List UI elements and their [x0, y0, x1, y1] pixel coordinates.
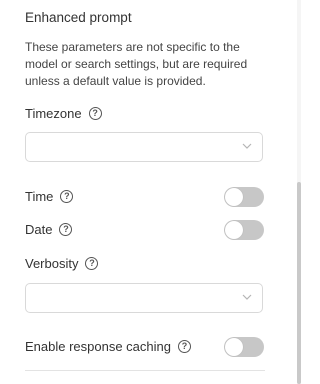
verbosity-label-row: Verbosity ?: [25, 256, 99, 271]
timezone-select[interactable]: [25, 132, 263, 162]
toggle-knob: [225, 221, 243, 239]
chevron-down-icon: [242, 143, 252, 149]
date-help-icon[interactable]: ?: [59, 223, 73, 236]
response-caching-toggle[interactable]: [224, 337, 264, 357]
scrollbar-thumb[interactable]: [297, 182, 301, 384]
toggle-knob: [225, 188, 243, 206]
timezone-label: Timezone: [25, 106, 82, 121]
timezone-label-row: Timezone ?: [25, 106, 102, 121]
timezone-help-icon[interactable]: ?: [88, 107, 102, 120]
time-toggle[interactable]: [224, 187, 264, 207]
date-label-row: Date ?: [25, 222, 73, 237]
verbosity-help-icon[interactable]: ?: [85, 257, 99, 270]
verbosity-select[interactable]: [25, 283, 263, 313]
response-caching-help-icon[interactable]: ?: [178, 340, 191, 353]
response-caching-label-row: Enable response caching ?: [25, 339, 191, 354]
date-toggle[interactable]: [224, 220, 264, 240]
date-label: Date: [25, 222, 53, 237]
enhanced-prompt-panel: Enhanced prompt These parameters are not…: [0, 0, 301, 384]
divider: [25, 370, 265, 371]
section-description: These parameters are not specific to the…: [25, 40, 248, 88]
section-title: Enhanced prompt: [25, 10, 132, 25]
time-help-icon[interactable]: ?: [60, 190, 74, 203]
response-caching-label: Enable response caching: [25, 339, 171, 354]
time-label: Time: [25, 189, 54, 204]
chevron-down-icon: [242, 294, 252, 300]
toggle-knob: [225, 338, 243, 356]
time-label-row: Time ?: [25, 189, 74, 204]
verbosity-label: Verbosity: [25, 256, 79, 271]
